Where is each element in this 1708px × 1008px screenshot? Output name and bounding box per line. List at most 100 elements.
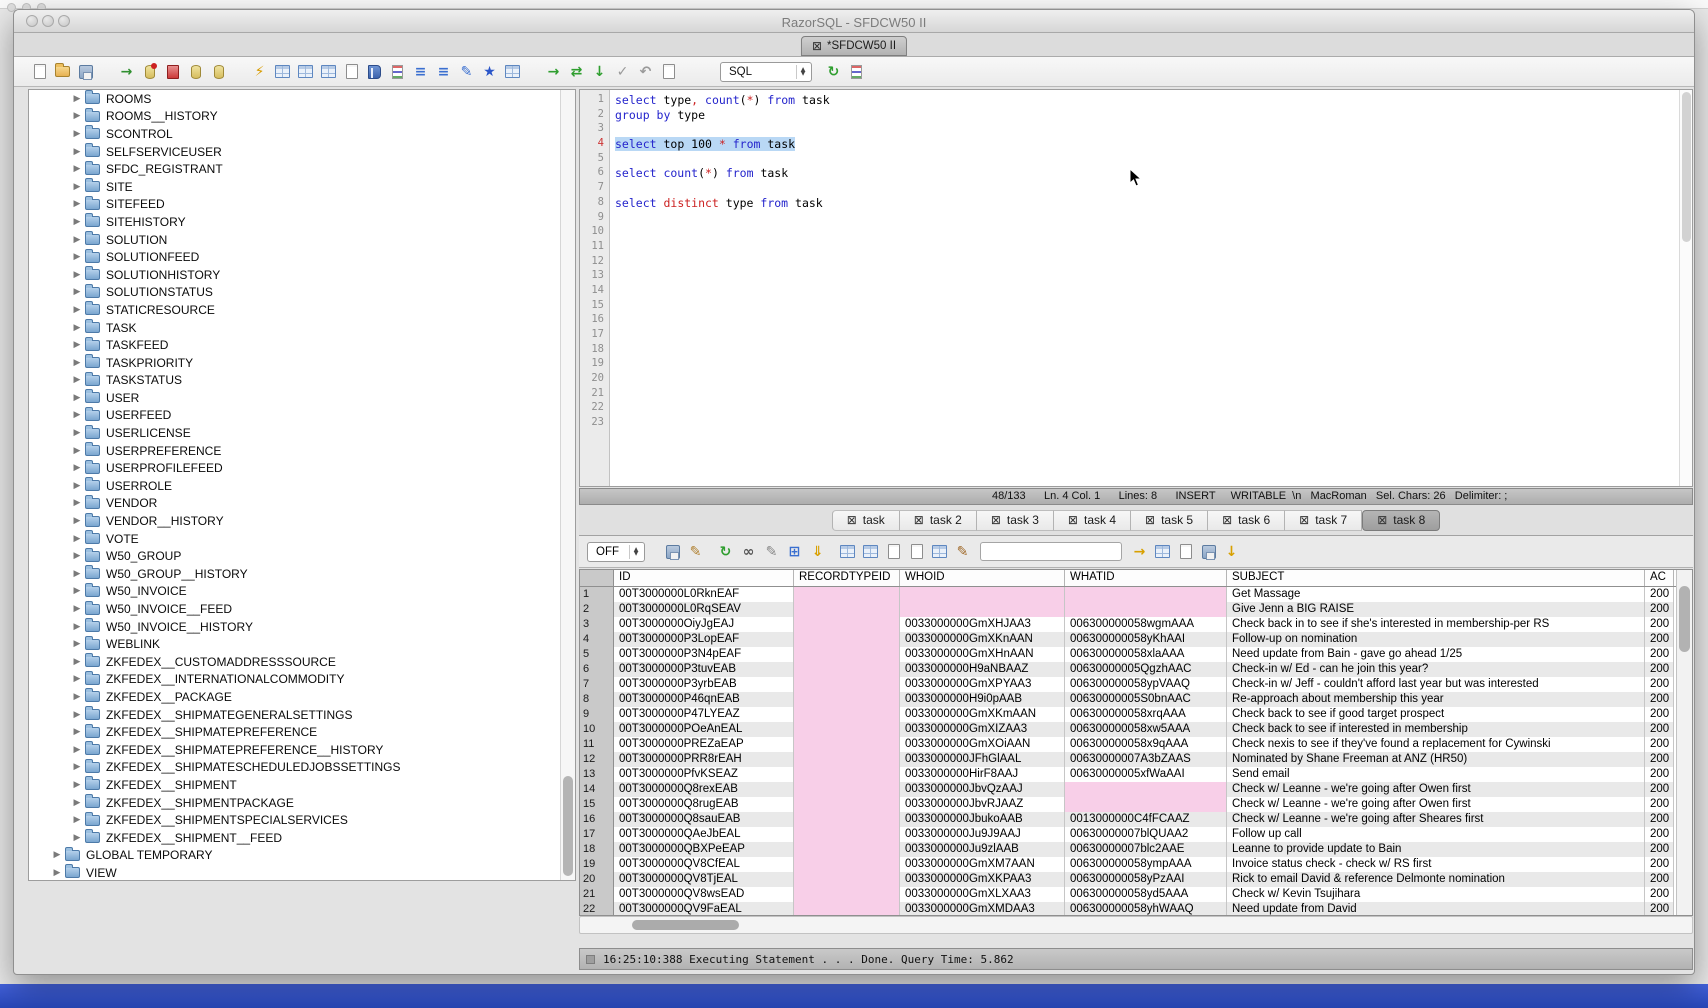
results-vertical-scrollbar[interactable] [1676,570,1692,915]
disclosure-triangle-icon[interactable]: ▶ [71,674,83,684]
cell-whatid[interactable]: 00630000007blQUAA2 [1065,827,1227,842]
disclosure-triangle-icon[interactable]: ▶ [71,463,83,473]
disclosure-triangle-icon[interactable]: ▶ [71,393,83,403]
disclosure-triangle-icon[interactable]: ▶ [71,710,83,720]
cell-whatid[interactable]: 0013000000C4fFCAAZ [1065,812,1227,827]
cell-id[interactable]: 00T3000000OiyJgEAJ [614,617,794,632]
cell-subject[interactable]: Check back in to see if she's interested… [1227,617,1645,632]
result-tab-task-3[interactable]: ⊠task 3 [977,510,1054,531]
execute-statement-arrow-icon[interactable]: → [544,62,563,81]
cell-id[interactable]: 00T3000000QBXPeEAP [614,842,794,857]
tree-item-vote[interactable]: ▶VOTE [29,530,560,548]
cell-whoid[interactable]: 0033000000Ju9J9AAJ [900,827,1065,842]
cell-subject[interactable]: Check w/ Kevin Tsujihara [1227,887,1645,902]
tree-item-solutionstatus[interactable]: ▶SOLUTIONSTATUS [29,284,560,302]
cell-subject[interactable]: Follow up call [1227,827,1645,842]
cell-ac[interactable]: 200 [1645,632,1674,647]
tab-close-icon[interactable]: ⊠ [1068,514,1078,526]
cell-recordtypeid[interactable] [794,632,900,647]
cell-id[interactable]: 00T3000000L0RqSEAV [614,602,794,617]
cell-recordtypeid[interactable] [794,842,900,857]
table-row[interactable]: 1800T3000000QBXPeEAP0033000000Ju9zlAAB00… [580,842,1676,857]
tree-item-userrole[interactable]: ▶USERROLE [29,477,560,495]
disclosure-triangle-icon[interactable]: ▶ [51,850,63,860]
cell-ac[interactable]: 200 [1645,602,1674,617]
cell-ac[interactable]: 200 [1645,887,1674,902]
cell-subject[interactable]: Check w/ Leanne - we're going after Owen… [1227,782,1645,797]
cell-ac[interactable]: 200 [1645,707,1674,722]
favorites-star-icon[interactable]: ★ [480,62,499,81]
view-row-glasses-icon[interactable]: ∞ [739,542,758,561]
refresh-results-icon[interactable]: ↻ [716,542,735,561]
table-row[interactable]: 1000T3000000POeAnEAL0033000000GmXIZAA300… [580,722,1676,737]
new-file-icon[interactable] [30,62,49,81]
cell-id[interactable]: 00T3000000PREZaEAP [614,737,794,752]
disclosure-triangle-icon[interactable]: ▶ [71,657,83,667]
export-table-icon[interactable] [503,62,522,81]
refresh-table-2-icon[interactable] [838,542,857,561]
query-builder-icon[interactable]: ✎ [457,62,476,81]
table-row[interactable]: 300T3000000OiyJgEAJ0033000000GmXHJAA3006… [580,617,1676,632]
cell-ac[interactable]: 200 [1645,737,1674,752]
cell-recordtypeid[interactable] [794,872,900,887]
cell-subject[interactable]: Need update from David [1227,902,1645,915]
sort-filter-2-icon[interactable]: ≡ [434,62,453,81]
cell-recordtypeid[interactable] [794,617,900,632]
tree-item-sfdc_registrant[interactable]: ▶SFDC_REGISTRANT [29,160,560,178]
result-tab-task-7[interactable]: ⊠task 7 [1285,510,1362,531]
cell-ac[interactable]: 200 [1645,752,1674,767]
disclosure-triangle-icon[interactable]: ▶ [71,727,83,737]
cell-subject[interactable]: Invoice status check - check w/ RS first [1227,857,1645,872]
statement-type-select[interactable]: SQL ▲▼ [720,62,812,82]
delete-table-icon[interactable] [163,62,182,81]
cell-whoid[interactable]: 0033000000H9i0pAAB [900,692,1065,707]
cell-ac[interactable]: 200 [1645,647,1674,662]
go-arrow-icon[interactable]: → [1130,542,1149,561]
cell-id[interactable]: 00T3000000Q8sauEAB [614,812,794,827]
cell-whatid[interactable]: 00630000005QgzhAAC [1065,662,1227,677]
table-row[interactable]: 500T3000000P3N4pEAF0033000000GmXHnAAN006… [580,647,1676,662]
cell-id[interactable]: 00T3000000P3N4pEAF [614,647,794,662]
cell-whoid[interactable]: 0033000000GmXLXAA3 [900,887,1065,902]
cell-ac[interactable]: 200 [1645,617,1674,632]
result-tab-task-6[interactable]: ⊠task 6 [1208,510,1285,531]
add-column-icon[interactable] [186,62,205,81]
cell-whatid[interactable]: 006300000058ypVAAQ [1065,677,1227,692]
tree-item-w50_group[interactable]: ▶W50_GROUP [29,547,560,565]
cell-ac[interactable]: 200 [1645,677,1674,692]
cell-recordtypeid[interactable] [794,677,900,692]
table-row[interactable]: 400T3000000P3LopEAF0033000000GmXKnAAN006… [580,632,1676,647]
cell-subject[interactable]: Leanne to provide update to Bain [1227,842,1645,857]
filter-pencil-icon[interactable]: ✎ [686,542,705,561]
cell-whatid[interactable]: 00630000005xfWaAAI [1065,767,1227,782]
disclosure-triangle-icon[interactable]: ▶ [71,604,83,614]
tree-item-userprofilefeed[interactable]: ▶USERPROFILEFEED [29,459,560,477]
cell-whatid[interactable] [1065,587,1227,602]
cell-whatid[interactable]: 006300000058xlaAAA [1065,647,1227,662]
cell-whoid[interactable]: 0033000000JbukoAAB [900,812,1065,827]
cell-id[interactable]: 00T3000000QV9FaEAL [614,902,794,915]
disclosure-triangle-icon[interactable]: ▶ [71,446,83,456]
tree-item-vendor[interactable]: ▶VENDOR [29,495,560,513]
cell-recordtypeid[interactable] [794,587,900,602]
describe-table-icon[interactable] [296,62,315,81]
disclosure-triangle-icon[interactable]: ▶ [71,323,83,333]
disclosure-triangle-icon[interactable]: ▶ [71,358,83,368]
cell-subject[interactable]: Get Massage [1227,587,1645,602]
reference-book-icon[interactable] [365,62,384,81]
table-row[interactable]: 900T3000000P47LYEAZ0033000000GmXKmAAN006… [580,707,1676,722]
cell-whatid[interactable]: 006300000058ympAAA [1065,857,1227,872]
cell-subject[interactable]: Rick to email David & reference Delmonte… [1227,872,1645,887]
cell-whoid[interactable]: 0033000000GmXKPAA3 [900,872,1065,887]
cell-recordtypeid[interactable] [794,647,900,662]
disclosure-triangle-icon[interactable]: ▶ [71,798,83,808]
tree-item-zkfedex__shipmategeneralsettings[interactable]: ▶ZKFEDEX__SHIPMATEGENERALSETTINGS [29,706,560,724]
cell-whoid[interactable]: 0033000000GmXHJAA3 [900,617,1065,632]
cell-recordtypeid[interactable] [794,812,900,827]
cell-subject[interactable]: Follow-up on nomination [1227,632,1645,647]
insert-row-down-icon[interactable]: ⇓ [808,542,827,561]
disclosure-triangle-icon[interactable]: ▶ [71,780,83,790]
cell-recordtypeid[interactable] [794,752,900,767]
cell-recordtypeid[interactable] [794,782,900,797]
auto-refresh-icon[interactable]: ↻ [824,62,843,81]
